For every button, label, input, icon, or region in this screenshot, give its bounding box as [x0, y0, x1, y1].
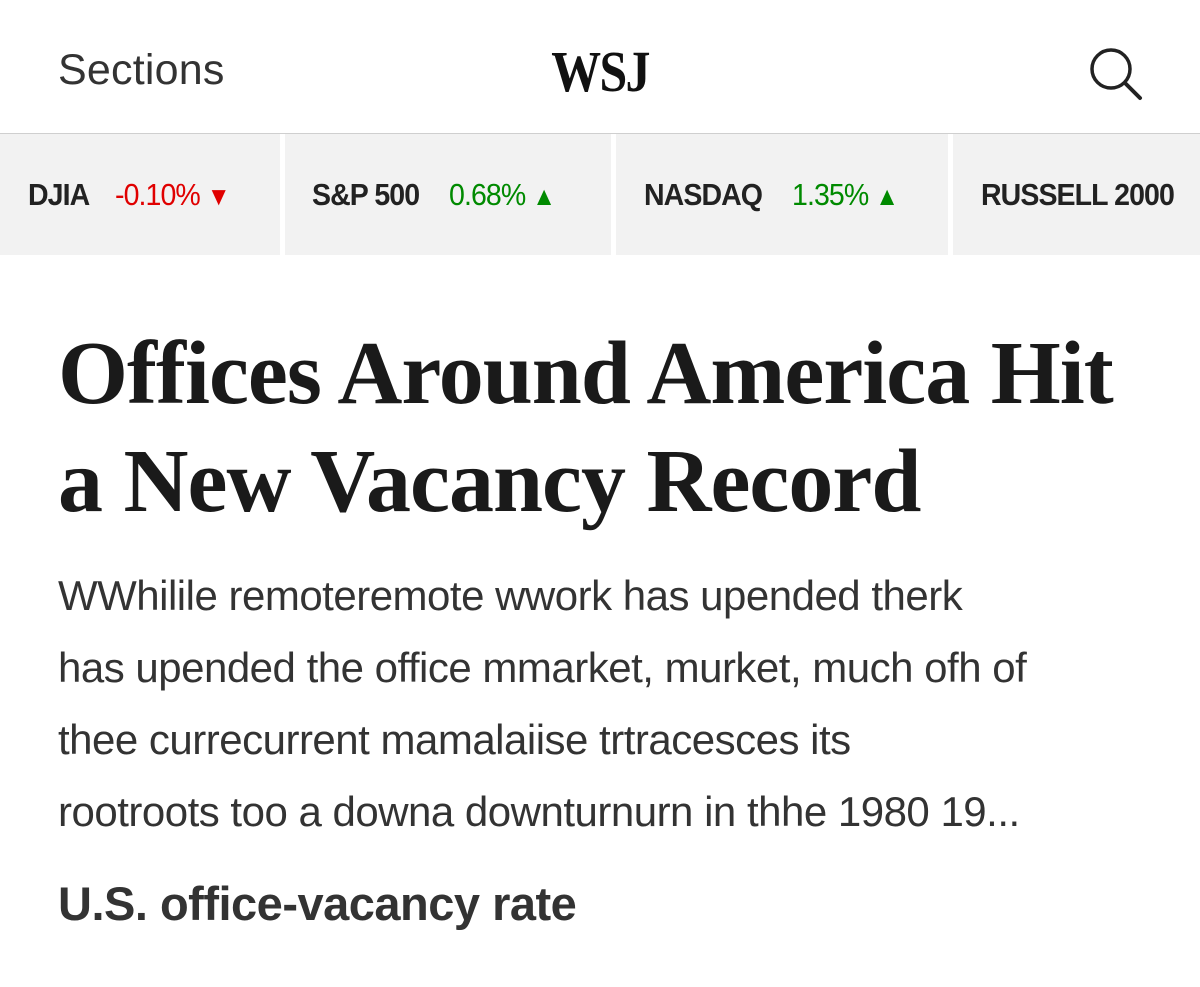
summary-line-1: WWhilile remoteremote wwork has upended … — [58, 572, 963, 619]
ticker-name: S&P 500 — [312, 176, 420, 212]
ticker-change-value: -0.10% — [114, 176, 201, 212]
ticker-name: RUSSELL 2000 — [981, 176, 1175, 212]
ticker-russell-2000[interactable]: RUSSELL 2000 — [953, 134, 1200, 255]
ticker-nasdaq[interactable]: NASDAQ 1.35% ▲ — [616, 134, 948, 255]
article-summary: WWhilile remoteremote wwork has upended … — [58, 560, 1168, 848]
ticker-change: -0.10% ▼ — [114, 176, 231, 213]
ticker-name: NASDAQ — [644, 176, 763, 212]
ticker-djia[interactable]: DJIA -0.10% ▼ — [0, 134, 280, 255]
top-navigation-bar: Sections WSJ — [0, 0, 1200, 134]
down-arrow-icon: ▼ — [206, 180, 231, 211]
up-arrow-icon: ▲ — [875, 180, 900, 211]
summary-line-4: rootroots too a downa downturnurn in thh… — [58, 788, 1020, 835]
ticker-change: 0.68% ▲ — [448, 176, 556, 213]
up-arrow-icon: ▲ — [531, 180, 556, 211]
search-button[interactable] — [1082, 40, 1148, 106]
wsj-logo[interactable]: WSJ — [84, 40, 1116, 104]
ticker-name: DJIA — [28, 176, 90, 212]
market-ticker: DJIA -0.10% ▼ S&P 500 0.68% ▲ NASDAQ 1.3… — [0, 134, 1200, 255]
search-icon — [1090, 48, 1142, 100]
ticker-change: 1.35% ▲ — [792, 176, 900, 213]
article-headline[interactable]: Offices Around America Hit a New Vacancy… — [58, 320, 1158, 536]
ticker-sp500[interactable]: S&P 500 0.68% ▲ — [285, 134, 611, 255]
ticker-change-value: 1.35% — [792, 176, 869, 212]
headline-line-2: a New Vacancy Record — [58, 432, 921, 531]
ticker-change-value: 0.68% — [448, 176, 526, 212]
summary-line-2: has upended the office mmarket, murket, … — [58, 644, 1027, 691]
chart-title: U.S. office-vacancy rate — [58, 877, 577, 930]
headline-line-1: Offices Around America Hit — [58, 324, 1114, 423]
summary-line-3: thee currecurrent mamalaiise trtracesces… — [58, 716, 851, 763]
